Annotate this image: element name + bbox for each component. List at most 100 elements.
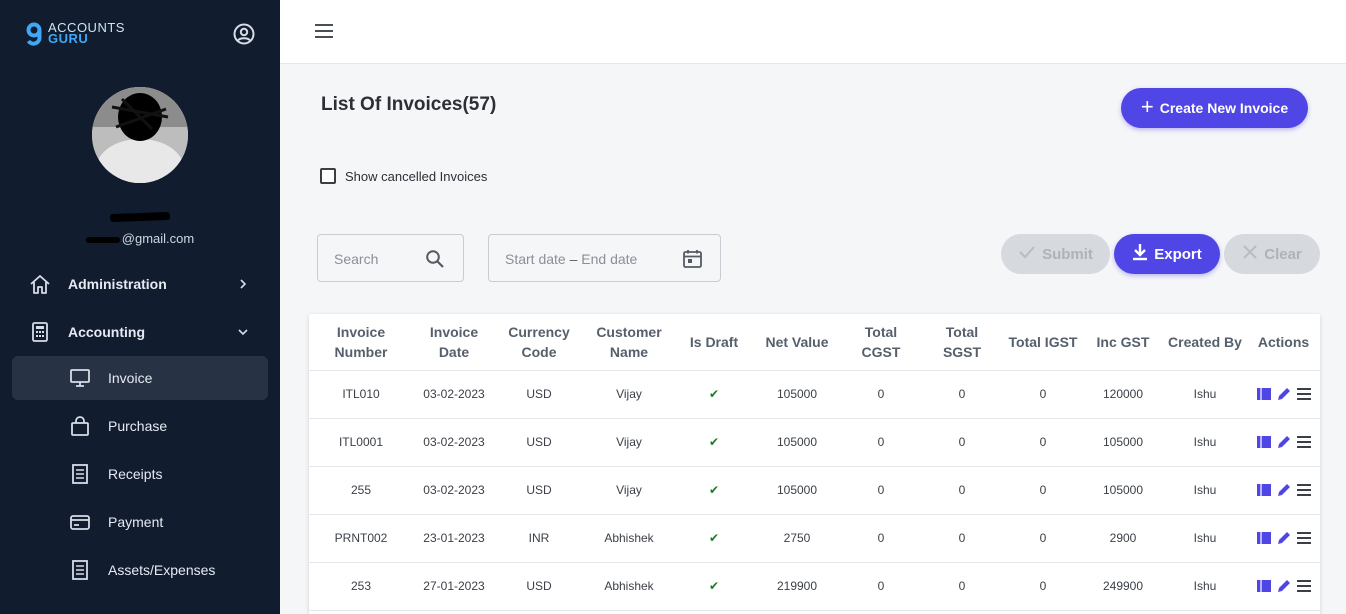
column-header[interactable]: Invoice Date xyxy=(413,314,495,371)
plus-icon: + xyxy=(1140,94,1154,119)
table-cell: 219900 xyxy=(753,562,841,611)
chevron-right-icon xyxy=(236,277,250,291)
table-cell: 03-02-2023 xyxy=(413,370,495,419)
submit-button[interactable]: Submit xyxy=(1001,234,1110,274)
view-icon[interactable] xyxy=(1256,482,1272,498)
receipt-icon xyxy=(68,558,92,582)
column-header[interactable]: Total SGST xyxy=(921,314,1003,371)
menu-lines-icon[interactable] xyxy=(1296,482,1312,498)
create-button-label: Create New Invoice xyxy=(1159,100,1289,116)
column-header[interactable]: Invoice Number xyxy=(309,314,413,371)
table-cell: Ishu xyxy=(1163,466,1247,515)
calendar-icon[interactable] xyxy=(682,248,703,269)
search-icon[interactable] xyxy=(425,249,445,269)
edit-icon[interactable] xyxy=(1276,530,1292,546)
menu-lines-icon[interactable] xyxy=(1296,434,1312,450)
checkbox-box[interactable] xyxy=(320,168,336,184)
invoice-table-card: Invoice Number Invoice Date Currency Cod… xyxy=(309,314,1320,614)
actions-cell xyxy=(1247,562,1320,611)
account-circle-icon[interactable] xyxy=(233,23,255,45)
sidebar-item-label: Invoice xyxy=(108,370,153,386)
sidebar-item-invoice[interactable]: Invoice xyxy=(12,356,268,400)
column-header[interactable]: Total IGST xyxy=(1003,314,1083,371)
table-cell: 0 xyxy=(841,370,921,419)
table-cell: 0 xyxy=(841,466,921,515)
table-cell: 0 xyxy=(1003,514,1083,563)
table-row[interactable]: ITL010 03-02-2023 USD Vijay ✔ 105000 0 0 0 120000… xyxy=(309,370,1320,419)
search-input[interactable]: Search xyxy=(317,234,464,282)
view-icon[interactable] xyxy=(1256,386,1272,402)
table-cell: 105000 xyxy=(753,370,841,419)
table-cell: PRNT002 xyxy=(309,514,413,563)
invoice-table: Invoice Number Invoice Date Currency Cod… xyxy=(309,314,1320,611)
column-header[interactable]: Is Draft xyxy=(675,314,753,371)
sidebar-item-assets-expenses[interactable]: Assets/Expenses xyxy=(12,548,268,592)
column-header[interactable]: Created By xyxy=(1163,314,1247,371)
edit-icon[interactable] xyxy=(1276,578,1292,594)
sidebar-item-purchase[interactable]: Purchase xyxy=(12,404,268,448)
column-header[interactable]: Inc GST xyxy=(1083,314,1163,371)
table-row[interactable]: 253 27-01-2023 USD Abhishek ✔ 219900 0 0 0 249900… xyxy=(309,562,1320,611)
table-cell: Ishu xyxy=(1163,514,1247,563)
user-name-redacted xyxy=(0,209,280,223)
sidebar-item-payment[interactable]: Payment xyxy=(12,500,268,544)
view-icon[interactable] xyxy=(1256,434,1272,450)
user-email: @gmail.com xyxy=(0,231,280,246)
sidebar-item-label: Purchase xyxy=(108,418,168,434)
logo-g-icon xyxy=(26,22,42,46)
menu-lines-icon[interactable] xyxy=(1296,386,1312,402)
table-cell: 105000 xyxy=(1083,466,1163,515)
sidebar-item-label: Administration xyxy=(68,276,167,292)
sidebar-item-label: Accounting xyxy=(68,324,145,340)
sidebar-item-receipts[interactable]: Receipts xyxy=(12,452,268,496)
table-cell: 0 xyxy=(1003,562,1083,611)
sidebar-item-label: Payment xyxy=(108,514,164,530)
table-cell: 0 xyxy=(1003,418,1083,467)
view-icon[interactable] xyxy=(1256,578,1272,594)
table-cell: Abhishek xyxy=(583,514,675,563)
is-draft-check: ✔ xyxy=(675,466,753,515)
table-cell: 0 xyxy=(841,514,921,563)
edit-icon[interactable] xyxy=(1276,482,1292,498)
table-cell: Vijay xyxy=(583,466,675,515)
edit-icon[interactable] xyxy=(1276,434,1292,450)
view-icon[interactable] xyxy=(1256,530,1272,546)
clear-button[interactable]: Clear xyxy=(1224,234,1320,274)
table-header-row: Invoice Number Invoice Date Currency Cod… xyxy=(309,314,1320,371)
show-cancelled-checkbox[interactable]: Show cancelled Invoices xyxy=(320,168,487,184)
avatar xyxy=(92,87,188,183)
table-cell: 2750 xyxy=(753,514,841,563)
table-row[interactable]: ITL0001 03-02-2023 USD Vijay ✔ 105000 0 0 0 10500… xyxy=(309,418,1320,467)
table-cell: Ishu xyxy=(1163,562,1247,611)
edit-icon[interactable] xyxy=(1276,386,1292,402)
table-cell: 0 xyxy=(921,514,1003,563)
export-button[interactable]: Export xyxy=(1114,234,1220,274)
table-cell: 255 xyxy=(309,466,413,515)
create-new-invoice-button[interactable]: + Create New Invoice xyxy=(1121,88,1308,128)
table-cell: 0 xyxy=(1003,466,1083,515)
date-range-input[interactable]: Start date – End date xyxy=(488,234,721,282)
table-cell: 23-01-2023 xyxy=(413,514,495,563)
close-icon xyxy=(1242,244,1258,264)
home-icon xyxy=(28,272,52,296)
sidebar-item-label: Receipts xyxy=(108,466,163,482)
table-cell: 03-02-2023 xyxy=(413,466,495,515)
table-row[interactable]: PRNT002 23-01-2023 INR Abhishek ✔ 2750 0 0 0 2900… xyxy=(309,514,1320,563)
sidebar-item-administration[interactable]: Administration xyxy=(12,262,268,306)
export-label: Export xyxy=(1154,245,1202,263)
monitor-icon xyxy=(68,366,92,390)
menu-lines-icon[interactable] xyxy=(1296,530,1312,546)
table-cell: ITL010 xyxy=(309,370,413,419)
show-cancelled-label: Show cancelled Invoices xyxy=(345,168,488,184)
brand-logo[interactable]: ACCOUNTS GURU xyxy=(26,21,125,46)
column-header[interactable]: Net Value xyxy=(753,314,841,371)
menu-icon[interactable] xyxy=(314,22,334,40)
sidebar-item-accounting[interactable]: Accounting xyxy=(12,310,268,354)
table-row[interactable]: 255 03-02-2023 USD Vijay ✔ 105000 0 0 0 105000 Ish… xyxy=(309,466,1320,515)
column-header[interactable]: Total CGST xyxy=(841,314,921,371)
column-header[interactable]: Customer Name xyxy=(583,314,675,371)
table-cell: INR xyxy=(495,514,583,563)
menu-lines-icon[interactable] xyxy=(1296,578,1312,594)
table-cell: 105000 xyxy=(1083,418,1163,467)
column-header[interactable]: Currency Code xyxy=(495,314,583,371)
